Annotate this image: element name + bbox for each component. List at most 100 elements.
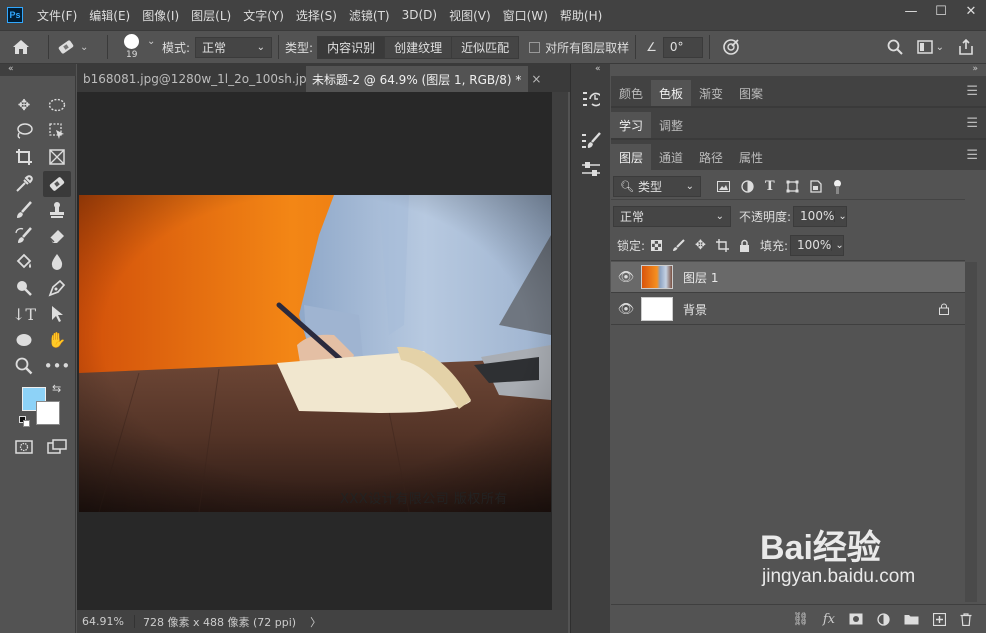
screen-mode-icon[interactable] [43, 434, 71, 460]
path-selection-tool-icon[interactable] [43, 301, 71, 327]
lock-image-pixels-icon[interactable] [672, 238, 685, 252]
tool-preset-picker[interactable]: ⌄ [55, 38, 101, 56]
maximize-button[interactable]: ☐ [926, 0, 956, 22]
tab-gradients[interactable]: 渐变 [691, 80, 731, 106]
tab-layers[interactable]: 图层 [611, 144, 652, 170]
type-create-texture[interactable]: 创建纹理 [385, 36, 453, 58]
visibility-eye-icon[interactable]: 👁︎ [611, 270, 641, 285]
panel-menu-icon[interactable]: ☰ [966, 116, 978, 131]
filter-toggle-switch[interactable] [833, 179, 841, 194]
pen-tool-icon[interactable] [43, 275, 71, 301]
mode-dropdown[interactable]: 正常 ⌄ [195, 36, 273, 58]
zoom-level[interactable]: 64.91% [77, 615, 135, 628]
tab-adjustments[interactable]: 调整 [651, 112, 691, 138]
history-panel-icon[interactable] [579, 88, 603, 110]
layer-style-fx-icon[interactable]: fx [823, 612, 835, 627]
quick-mask-icon[interactable] [10, 434, 38, 460]
home-button[interactable] [0, 39, 42, 55]
tab-color[interactable]: 颜色 [611, 80, 651, 106]
search-icon[interactable] [887, 39, 903, 55]
swap-colors-icon[interactable]: ⇆ [52, 382, 61, 395]
eraser-tool-icon[interactable] [43, 223, 71, 249]
new-adjustment-layer-icon[interactable] [877, 612, 890, 626]
background-color-swatch[interactable] [36, 401, 60, 425]
brush-settings-panel-icon[interactable] [579, 130, 603, 152]
move-tool-icon[interactable]: ✥ [10, 92, 38, 118]
document-image[interactable] [79, 195, 551, 512]
strip-collapse-handle[interactable]: « [595, 64, 601, 74]
filter-shape-icon[interactable] [786, 180, 799, 193]
clone-stamp-tool-icon[interactable] [43, 197, 71, 223]
layer-filter-dropdown[interactable]: 🔍︎ 类型 ⌄ [613, 176, 701, 197]
frame-tool-icon[interactable] [43, 144, 71, 170]
tab-paths[interactable]: 路径 [691, 144, 731, 170]
panel-menu-icon[interactable]: ☰ [966, 84, 978, 99]
type-tool-icon[interactable]: ↓T [10, 301, 38, 327]
filter-smart-object-icon[interactable] [810, 180, 822, 193]
toolbar-collapse-handle[interactable]: « [0, 64, 76, 76]
menu-help[interactable]: 帮助(H) [560, 7, 602, 24]
dodge-tool-icon[interactable] [10, 275, 38, 301]
tab-learn[interactable]: 学习 [611, 112, 652, 138]
close-button[interactable]: ✕ [956, 0, 986, 22]
paint-bucket-tool-icon[interactable] [10, 249, 38, 275]
panel-menu-icon[interactable]: ☰ [966, 148, 978, 163]
share-icon[interactable] [958, 39, 974, 55]
zoom-tool-icon[interactable] [10, 353, 38, 379]
new-group-folder-icon[interactable] [904, 613, 919, 625]
document-tab-b168081[interactable]: b168081.jpg@1280w_1l_2o_100sh.jpg × [77, 66, 334, 92]
vertical-scrollbar[interactable] [552, 92, 568, 610]
history-brush-tool-icon[interactable] [10, 223, 38, 249]
menu-select[interactable]: 选择(S) [296, 7, 337, 24]
filter-adjustment-icon[interactable] [741, 180, 754, 193]
fill-input[interactable]: 100% ⌄ [790, 234, 844, 256]
lock-transparent-pixels-icon[interactable] [651, 239, 663, 251]
crop-tool-icon[interactable] [10, 144, 38, 170]
object-selection-tool-icon[interactable] [43, 118, 71, 144]
link-layers-icon[interactable]: ⛓︎ [792, 612, 809, 627]
layer-row-layer-1[interactable]: 👁︎ 图层 1 [611, 262, 965, 293]
menu-type[interactable]: 文字(Y) [243, 7, 284, 24]
tab-patterns[interactable]: 图案 [731, 80, 771, 106]
more-tools-icon[interactable]: ••• [43, 353, 71, 379]
angle-input[interactable]: 0° [662, 36, 703, 58]
eyedropper-tool-icon[interactable] [10, 171, 38, 197]
filter-type-icon[interactable]: T [765, 179, 775, 194]
visibility-eye-icon[interactable]: 👁︎ [611, 302, 641, 317]
menu-layer[interactable]: 图层(L) [191, 7, 231, 24]
menu-image[interactable]: 图像(I) [142, 7, 179, 24]
dock-collapse-handle[interactable]: » [972, 64, 978, 74]
close-icon[interactable]: × [531, 72, 541, 86]
tab-channels[interactable]: 通道 [651, 144, 691, 170]
menu-3d[interactable]: 3D(D) [402, 8, 437, 22]
pressure-size-button[interactable] [716, 38, 746, 56]
menu-filter[interactable]: 滤镜(T) [349, 7, 390, 24]
new-layer-icon[interactable] [933, 612, 946, 626]
sample-all-layers-checkbox[interactable] [529, 41, 541, 53]
menu-window[interactable]: 窗口(W) [503, 7, 548, 24]
tab-properties[interactable]: 属性 [731, 144, 771, 170]
ellipse-tool-icon[interactable] [10, 327, 38, 353]
lock-all-icon[interactable] [739, 239, 750, 252]
opacity-input[interactable]: 100% ⌄ [793, 205, 848, 227]
brush-tool-icon[interactable] [10, 197, 38, 223]
status-menu-arrow-icon[interactable]: 〉 [310, 614, 321, 630]
filter-pixel-icon[interactable] [717, 181, 730, 192]
add-mask-icon[interactable] [849, 613, 863, 625]
lock-artboard-icon[interactable] [715, 238, 729, 252]
lasso-tool-icon[interactable] [10, 118, 38, 144]
blur-tool-icon[interactable] [43, 249, 71, 275]
document-tab-untitled-2[interactable]: 未标题-2 @ 64.9% (图层 1, RGB/8) * × [306, 66, 541, 92]
menu-edit[interactable]: 编辑(E) [89, 7, 130, 24]
hand-tool-icon[interactable]: ✋ [43, 327, 71, 353]
minimize-button[interactable]: — [896, 0, 926, 22]
menu-view[interactable]: 视图(V) [449, 7, 491, 24]
layers-scrollbar[interactable] [965, 262, 977, 602]
adjustments-panel-icon[interactable] [579, 158, 603, 180]
elliptical-marquee-tool-icon[interactable] [43, 92, 71, 118]
type-proximity-match[interactable]: 近似匹配 [452, 36, 519, 58]
workspace-switcher[interactable]: ⌄ [916, 40, 944, 54]
tab-swatches[interactable]: 色板 [651, 80, 692, 106]
layer-row-background[interactable]: 👁︎ 背景 [611, 294, 965, 325]
blend-mode-dropdown[interactable]: 正常 ⌄ [613, 205, 731, 227]
